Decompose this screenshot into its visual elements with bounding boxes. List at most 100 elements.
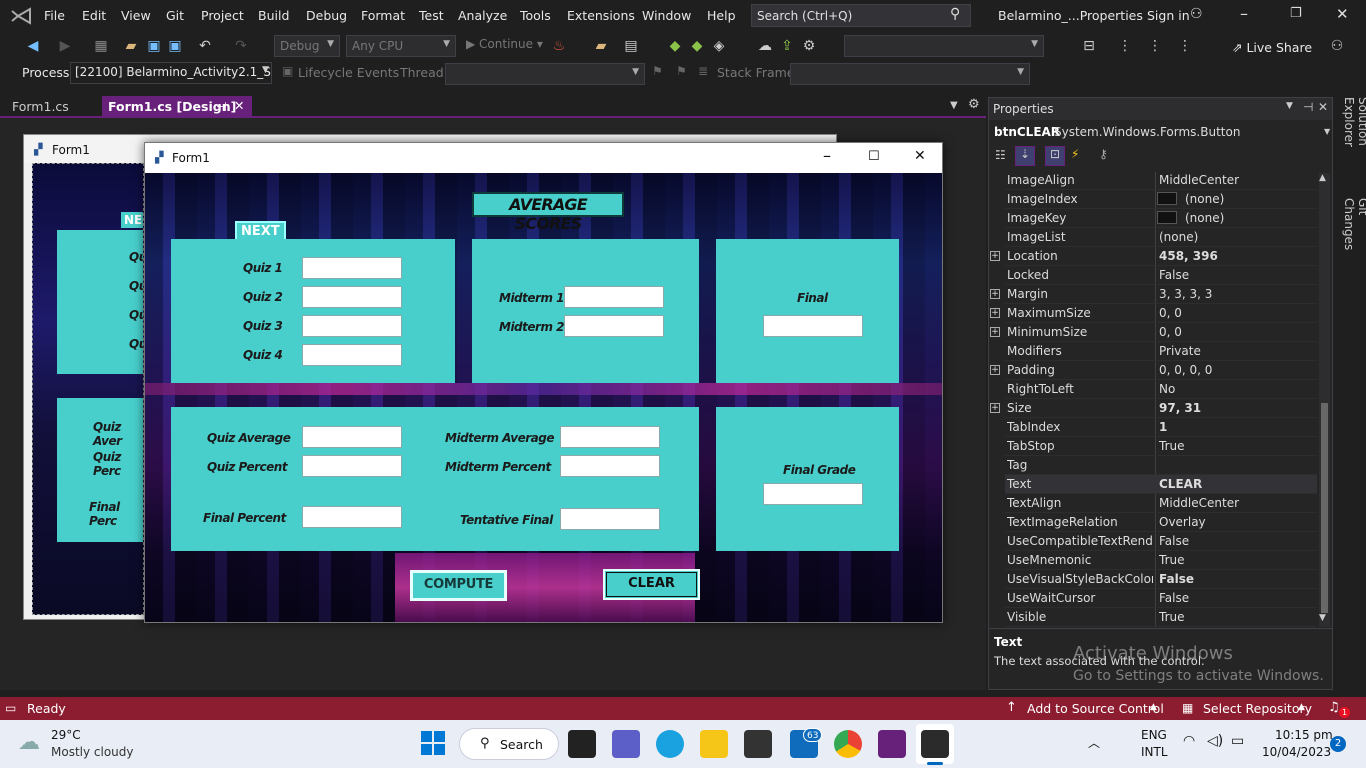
menu-view[interactable]: View [121,8,151,23]
platform-select[interactable]: Any CPU ▼ [346,35,456,57]
close-icon[interactable]: ✕ [1336,5,1349,23]
gear-icon[interactable]: ⚙ [968,97,980,112]
midterm1-input[interactable] [564,286,664,308]
quiz3-input[interactable] [302,315,402,337]
menu-format[interactable]: Format [361,8,405,23]
menu-analyze[interactable]: Analyze [458,8,507,23]
quiz1-input[interactable] [302,257,402,279]
select-repository-button[interactable]: Select Repository [1203,701,1312,716]
menu-extensions[interactable]: Extensions [567,8,635,23]
layout-icon[interactable]: ▤ [622,37,640,55]
midterm-average-output[interactable] [560,426,660,448]
properties-icon[interactable]: ⊡ [1045,146,1065,166]
add-to-source-control-button[interactable]: Add to Source Control [1027,701,1164,716]
flag-icon[interactable]: ⚑ [652,64,663,78]
live-share-button[interactable]: ⇗ Live Share [1232,40,1312,55]
spacing3-icon[interactable]: ⋮ [1176,37,1194,55]
menu-tools[interactable]: Tools [520,8,551,23]
property-row-maximumsize[interactable]: + MaximumSize 0, 0 [990,304,1317,323]
solution-explorer-tab[interactable]: Solution Explorer [1338,97,1366,197]
quiz-percent-output[interactable] [302,455,402,477]
output-icon[interactable]: ▭ [5,701,16,715]
tab-form1-cs[interactable]: Form1.cs [4,96,100,116]
expand-icon[interactable]: + [990,365,1000,375]
property-row-usewaitcursor[interactable]: UseWaitCursor False [1005,589,1317,608]
volume-icon[interactable]: ◁) [1207,733,1223,749]
property-row-tag[interactable]: Tag [1005,456,1317,475]
taskbar-search[interactable]: ⚲ Search [459,728,559,760]
windows-start-icon[interactable] [420,730,446,756]
clock-time[interactable]: 10:15 pm [1275,728,1333,742]
forward-icon[interactable]: ▶ [56,37,74,55]
hot-reload-icon[interactable]: ♨ [550,37,568,55]
menu-help[interactable]: Help [707,8,736,23]
close-tab-icon[interactable]: ✕ [234,98,244,113]
property-row-imagekey[interactable]: ImageKey (none) [1005,209,1317,228]
clear-button[interactable]: CLEAR [603,569,700,600]
expand-icon[interactable]: + [990,289,1000,299]
quiz-average-output[interactable] [302,426,402,448]
quiz4-input[interactable] [302,344,402,366]
expand-icon[interactable]: + [990,308,1000,318]
teams-icon[interactable] [612,730,640,758]
property-row-location[interactable]: + Location 458, 396 [990,247,1317,266]
account-icon[interactable]: ⚇ [1190,6,1203,22]
search-box[interactable]: Search (Ctrl+Q) ⚲ [751,4,971,27]
settings-icon[interactable]: ⚙ [800,37,818,55]
events-icon[interactable]: ⚡ [1071,147,1079,161]
tab-form1-design[interactable]: Form1.cs [Design] ⊣ ✕ [102,96,252,116]
spacing2-icon[interactable]: ⋮ [1146,37,1164,55]
visual-studio-icon[interactable] [878,730,906,758]
configuration-select[interactable]: Debug ▼ [274,35,340,57]
new-project-icon[interactable]: ▦ [92,37,110,55]
task-view-icon[interactable] [568,730,596,758]
close-icon[interactable]: ✕ [1318,100,1328,114]
menu-test[interactable]: Test [419,8,444,23]
final-percent-output[interactable] [302,506,402,528]
save-all-icon[interactable]: ▣ [166,37,184,55]
restore-icon[interactable]: ❐ [1290,6,1302,21]
step-over-icon[interactable]: ◆ [688,37,706,55]
git-changes-tab[interactable]: Git Changes [1338,198,1366,268]
open-folder-icon[interactable]: ▰ [122,37,140,55]
winforms-app-icon[interactable] [921,730,949,758]
publish-icon[interactable]: ⇪ [778,37,796,55]
property-row-tabindex[interactable]: TabIndex 1 [1005,418,1317,437]
compute-button[interactable]: COMPUTE [410,570,507,601]
scroll-up-icon[interactable]: ▲ [1319,173,1326,183]
categorized-icon[interactable]: ☷ [995,148,1006,162]
menu-build[interactable]: Build [258,8,289,23]
menu-window[interactable]: Window [642,8,691,23]
undo-icon[interactable]: ↶ [196,37,214,55]
property-pages-icon[interactable]: ⚷ [1099,147,1108,161]
notification-center-badge[interactable]: 2 [1330,736,1346,752]
feedback-icon[interactable]: ⚇ [1328,37,1346,55]
folder-icon[interactable]: ▰ [592,37,610,55]
final-grade-output[interactable] [763,483,863,505]
redo-icon[interactable]: ↷ [232,37,250,55]
menu-git[interactable]: Git [166,8,184,23]
pin-icon[interactable]: ⊣ [216,99,227,114]
menu-file[interactable]: File [44,8,65,23]
property-row-imagelist[interactable]: ImageList (none) [1005,228,1317,247]
menu-debug[interactable]: Debug [306,8,347,23]
chevron-down-icon[interactable]: ▼ [1286,101,1293,111]
step-icon[interactable]: ◆ [666,37,684,55]
property-row-visible[interactable]: Visible True [1005,608,1317,627]
spacing-icon[interactable]: ⋮ [1116,37,1134,55]
lifecycle-events-button[interactable]: Lifecycle Events [298,65,399,80]
stack-frame-select[interactable]: ▼ [790,63,1030,85]
midterm-percent-output[interactable] [560,455,660,477]
property-row-usecompatibletextrendering[interactable]: UseCompatibleTextRenderin False [1005,532,1317,551]
property-row-margin[interactable]: + Margin 3, 3, 3, 3 [990,285,1317,304]
thread-select[interactable]: ▼ [445,63,645,85]
properties-scrollbar[interactable] [1319,173,1330,627]
expand-icon[interactable]: + [990,403,1000,413]
back-icon[interactable]: ◀ [24,37,42,55]
property-row-text[interactable]: Text CLEAR [1005,475,1317,494]
save-icon[interactable]: ▣ [145,37,163,55]
tentative-final-output[interactable] [560,508,660,530]
align-icon[interactable]: ⊟ [1080,37,1098,55]
property-row-textimagerelation[interactable]: TextImageRelation Overlay [1005,513,1317,532]
maximize-icon[interactable]: ☐ [868,149,880,164]
